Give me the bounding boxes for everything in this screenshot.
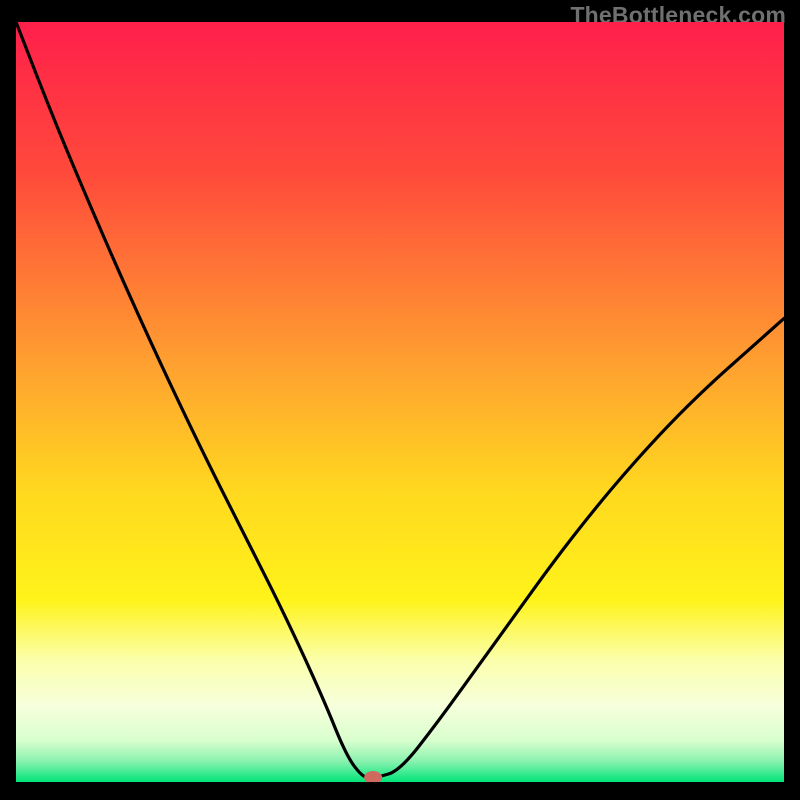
chart-container: TheBottleneck.com xyxy=(0,0,800,800)
chart-svg xyxy=(16,22,784,782)
chart-background xyxy=(16,22,784,782)
